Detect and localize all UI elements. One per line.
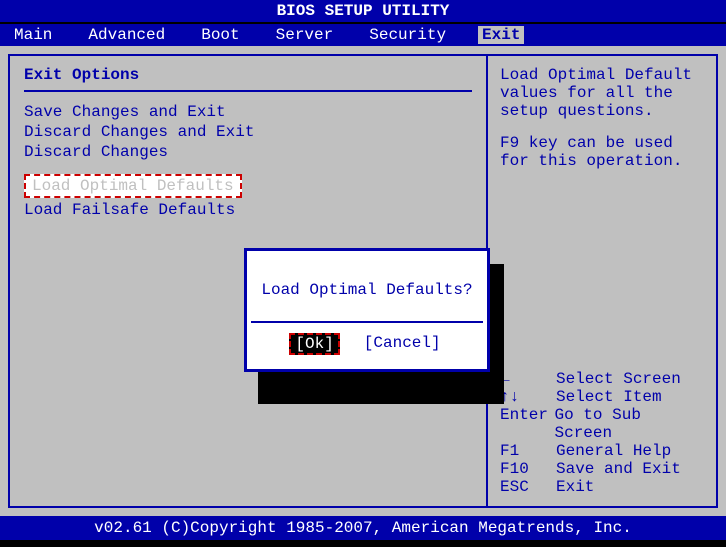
tab-boot[interactable]: Boot (197, 26, 243, 44)
help-text-2: F9 key can be used for this operation. (500, 134, 704, 170)
ok-button[interactable]: [Ok] (289, 333, 339, 355)
section-divider (24, 90, 472, 92)
nav-label-select-screen: Select Screen (556, 370, 681, 388)
help-text-1: Load Optimal Default values for all the … (500, 66, 704, 120)
nav-key-f10: F10 (500, 460, 556, 478)
item-discard-changes[interactable]: Discard Changes (24, 142, 472, 162)
confirm-dialog: Load Optimal Defaults? [Ok] [Cancel] (244, 248, 490, 372)
item-discard-changes-exit[interactable]: Discard Changes and Exit (24, 122, 472, 142)
right-panel: Load Optimal Default values for all the … (488, 54, 718, 508)
tab-server[interactable]: Server (272, 26, 338, 44)
section-title: Exit Options (24, 66, 472, 84)
nav-key-esc: ESC (500, 478, 556, 496)
nav-label-save-exit: Save and Exit (556, 460, 681, 478)
app-title: BIOS SETUP UTILITY (277, 2, 450, 20)
title-bar: BIOS SETUP UTILITY (0, 0, 726, 24)
nav-key-updown: ↑↓ (500, 388, 556, 406)
nav-key-f1: F1 (500, 442, 556, 460)
item-load-failsafe-defaults[interactable]: Load Failsafe Defaults (24, 200, 472, 220)
nav-label-sub-screen: Go to Sub Screen (555, 406, 705, 442)
nav-label-exit: Exit (556, 478, 594, 496)
nav-key-left: ← (500, 370, 556, 388)
cancel-button[interactable]: [Cancel] (360, 333, 445, 355)
main-area: Exit Options Save Changes and Exit Disca… (0, 46, 726, 516)
nav-key-enter: Enter (500, 406, 555, 442)
item-save-changes-exit[interactable]: Save Changes and Exit (24, 102, 472, 122)
copyright-text: v02.61 (C)Copyright 1985-2007, American … (94, 519, 632, 537)
tab-main[interactable]: Main (10, 26, 56, 44)
tab-security[interactable]: Security (365, 26, 450, 44)
tab-advanced[interactable]: Advanced (84, 26, 169, 44)
nav-label-general-help: General Help (556, 442, 671, 460)
nav-label-select-item: Select Item (556, 388, 662, 406)
dialog-question: Load Optimal Defaults? (251, 255, 483, 323)
item-load-optimal-defaults[interactable]: Load Optimal Defaults (24, 174, 242, 198)
nav-help: ←Select Screen ↑↓Select Item EnterGo to … (500, 370, 704, 496)
dialog-buttons: [Ok] [Cancel] (251, 323, 483, 365)
footer-bar: v02.61 (C)Copyright 1985-2007, American … (0, 516, 726, 540)
menu-bar: Main Advanced Boot Server Security Exit (0, 24, 726, 46)
tab-exit[interactable]: Exit (478, 26, 524, 44)
